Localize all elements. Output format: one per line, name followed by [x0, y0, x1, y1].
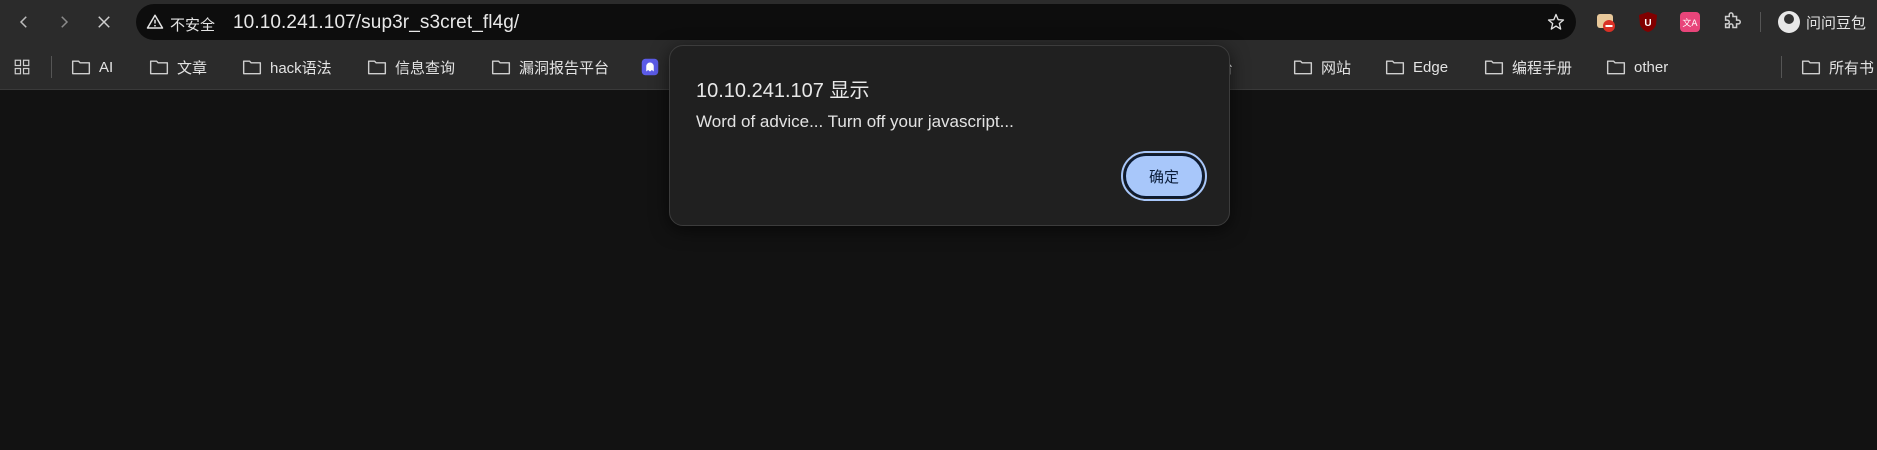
- alert-dialog: 10.10.241.107 显示 Word of advice... Turn …: [669, 45, 1230, 226]
- folder-icon: [71, 60, 91, 75]
- bookmark-folder-articles[interactable]: 文章: [149, 55, 207, 79]
- folder-icon: [149, 60, 169, 75]
- bookmark-folder-edge[interactable]: Edge: [1385, 55, 1448, 79]
- chevron-right-icon: [61, 16, 69, 28]
- bookmark-label: hack语法: [270, 59, 332, 77]
- bookmark-label: 文章: [177, 59, 208, 77]
- bookmark-folder-vuln-report[interactable]: 漏洞报告平台: [491, 55, 609, 79]
- bookmark-label: other: [1634, 58, 1669, 76]
- dialog-message: Word of advice... Turn off your javascri…: [696, 112, 1014, 131]
- bookmark-folder-all[interactable]: 所有书: [1801, 55, 1874, 79]
- url-text[interactable]: 10.10.241.107/sup3r_s3cret_fl4g/: [233, 12, 519, 34]
- bookmark-label: 编程手册: [1512, 59, 1573, 77]
- warning-icon[interactable]: [146, 13, 164, 31]
- folder-icon: [1385, 60, 1405, 75]
- bookmark-folder-hack-syntax[interactable]: hack语法: [242, 55, 332, 79]
- extension-translate-icon[interactable]: 文A: [1678, 10, 1702, 34]
- profile-button[interactable]: 问问豆包: [1778, 8, 1866, 36]
- apps-grid-icon: [14, 59, 30, 75]
- folder-icon: [1606, 60, 1626, 75]
- bookmarks-divider: [1781, 56, 1782, 78]
- security-label[interactable]: 不安全: [170, 14, 215, 35]
- stop-loading-button[interactable]: [90, 8, 118, 36]
- bookmark-star-icon[interactable]: [1546, 12, 1566, 32]
- folder-icon: [1801, 60, 1821, 75]
- folder-icon: [491, 60, 511, 75]
- back-button[interactable]: [10, 8, 38, 36]
- chevron-left-icon: [19, 16, 27, 28]
- folder-icon: [242, 60, 262, 75]
- extension-adblock-icon[interactable]: [1594, 10, 1618, 34]
- close-icon: [98, 16, 110, 28]
- bookmarks-divider: [51, 56, 52, 78]
- dialog-title: 10.10.241.107 显示: [696, 80, 870, 102]
- ok-button[interactable]: 确定: [1121, 151, 1207, 201]
- bookmark-label: 信息查询: [395, 59, 456, 77]
- svg-text:文A: 文A: [1682, 17, 1698, 29]
- bookmark-label: AI: [99, 58, 114, 76]
- bookmark-site-icon[interactable]: [640, 55, 660, 79]
- ghost-site-icon: [641, 58, 659, 76]
- bookmark-label: 漏洞报告平台: [519, 59, 610, 77]
- toolbar-divider: [1760, 12, 1761, 32]
- bookmark-folder-programming[interactable]: 编程手册: [1484, 55, 1572, 79]
- folder-icon: [367, 60, 387, 75]
- bookmark-label: Edge: [1413, 58, 1449, 76]
- bookmark-folder-websites[interactable]: 网站: [1293, 55, 1351, 79]
- browser-toolbar: 不安全 10.10.241.107/sup3r_s3cret_fl4g/ U 文…: [0, 0, 1877, 44]
- apps-button[interactable]: [12, 55, 32, 79]
- bookmark-label: 所有书: [1829, 59, 1875, 77]
- avatar: [1778, 11, 1800, 33]
- address-bar[interactable]: 不安全 10.10.241.107/sup3r_s3cret_fl4g/: [136, 4, 1576, 40]
- extensions-puzzle-icon[interactable]: [1720, 10, 1744, 34]
- forward-button[interactable]: [50, 8, 78, 36]
- bookmark-folder-other[interactable]: other: [1606, 55, 1668, 79]
- folder-icon: [1484, 60, 1504, 75]
- bookmark-folder-info-lookup[interactable]: 信息查询: [367, 55, 455, 79]
- bookmark-label: 网站: [1321, 59, 1352, 77]
- svg-text:U: U: [1644, 18, 1651, 29]
- profile-name: 问问豆包: [1806, 14, 1867, 32]
- folder-icon: [1293, 60, 1313, 75]
- bookmark-folder-ai[interactable]: AI: [71, 55, 113, 79]
- extension-ublock-icon[interactable]: U: [1636, 10, 1660, 34]
